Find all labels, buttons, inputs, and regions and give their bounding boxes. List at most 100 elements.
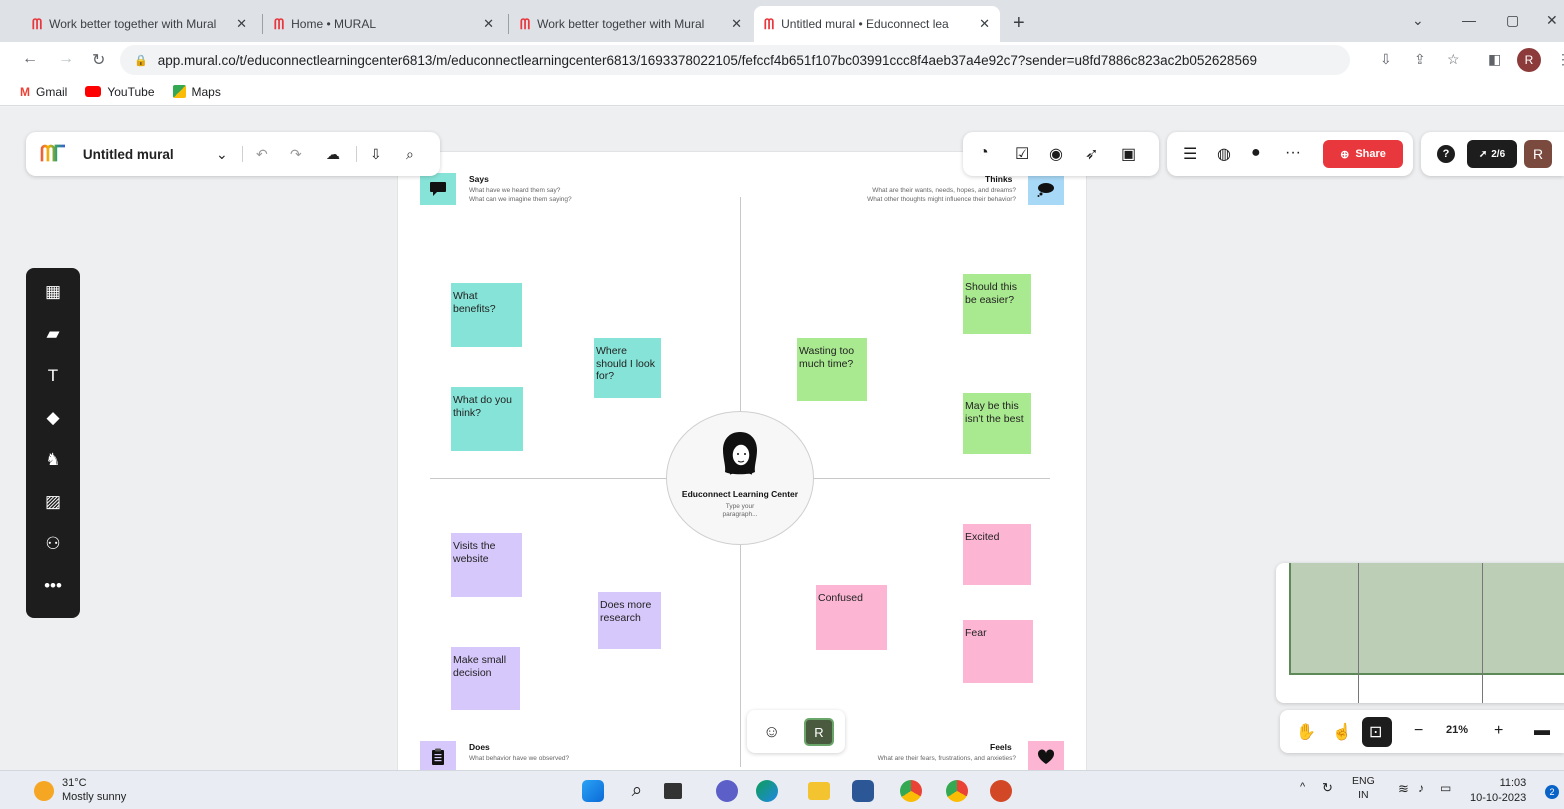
outline-icon[interactable]: ☰ <box>1183 144 1197 164</box>
close-tab-icon[interactable]: ✕ <box>731 16 742 32</box>
sticky-note[interactable]: Where should I look for? <box>594 338 661 398</box>
sticky-note[interactable]: Make small decision <box>451 647 520 710</box>
touch-select-icon[interactable]: ☝ <box>1332 722 1352 742</box>
store-icon[interactable] <box>852 780 874 802</box>
fit-screen-icon[interactable]: ▬ <box>1534 722 1550 740</box>
back-arrow-icon[interactable]: ← <box>22 50 38 68</box>
browser-tab-active[interactable]: ᗰ Untitled mural • Educonnect lea ✕ <box>754 6 1000 42</box>
user-avatar[interactable]: R <box>1524 140 1552 168</box>
image-icon[interactable]: ▨ <box>26 492 80 512</box>
notification-badge[interactable]: 2 <box>1545 785 1559 799</box>
task-view-icon[interactable] <box>664 783 682 799</box>
install-app-icon[interactable]: ⇩ <box>1380 51 1392 68</box>
minimize-window-icon[interactable]: — <box>1462 12 1476 28</box>
persona-description[interactable]: Type your paragraph... <box>710 503 770 519</box>
chat-icon[interactable] <box>716 780 738 802</box>
minimap-viewport[interactable] <box>1289 563 1564 675</box>
persona-circle[interactable]: Educonnect Learning Center Type your par… <box>666 411 814 545</box>
minimap[interactable] <box>1276 563 1564 703</box>
zoom-in-icon[interactable]: + <box>1494 722 1503 740</box>
bookmark-youtube[interactable]: YouTube <box>85 85 155 99</box>
clock[interactable]: 11:03 10-10-2023 <box>1470 776 1526 806</box>
collaborator-avatar[interactable]: R <box>804 718 834 746</box>
more-options-icon[interactable]: ··· <box>1285 144 1301 162</box>
zoom-level[interactable]: 21% <box>1446 724 1468 736</box>
sticky-note[interactable]: Does more research <box>598 592 661 649</box>
timer-icon[interactable]: ◔ <box>979 144 989 162</box>
download-icon[interactable]: ⇩ <box>370 146 382 163</box>
laser-pointer-icon[interactable]: ➶ <box>1085 144 1098 164</box>
cloud-saved-icon[interactable]: ☁ <box>326 146 340 163</box>
browser-tab[interactable]: ᗰ Home • MURAL ✕ <box>264 6 504 42</box>
toolbox-icon[interactable]: ▣ <box>1121 144 1136 164</box>
more-tools-icon[interactable]: ••• <box>26 576 80 596</box>
profile-avatar[interactable]: R <box>1517 48 1541 72</box>
chrome-profile-icon[interactable] <box>946 780 968 802</box>
close-tab-icon[interactable]: ✕ <box>236 16 247 32</box>
file-explorer-icon[interactable] <box>808 782 830 800</box>
edge-browser-icon[interactable] <box>756 780 778 802</box>
sticky-note[interactable]: What do you think? <box>451 387 523 451</box>
chrome-icon[interactable] <box>900 780 922 802</box>
side-panel-icon[interactable]: ◧ <box>1488 51 1501 68</box>
language-indicator[interactable]: ENG IN <box>1352 775 1375 802</box>
close-tab-icon[interactable]: ✕ <box>483 16 494 32</box>
members-icon[interactable]: ● <box>1251 144 1261 162</box>
text-icon[interactable]: T <box>26 366 80 386</box>
shapes-icon[interactable]: ◆ <box>26 408 80 428</box>
browser-tab[interactable]: ᗰ Work better together with Mural ✕ <box>22 6 257 42</box>
tab-search-icon[interactable]: ⌄ <box>1412 12 1424 29</box>
sticky-note[interactable]: Wasting too much time? <box>797 338 867 401</box>
sticky-note[interactable]: Fear <box>963 620 1033 683</box>
undo-icon[interactable]: ↶ <box>256 146 268 163</box>
sticky-note[interactable]: Visits the website <box>451 533 522 597</box>
frameworks-icon[interactable]: ⚇ <box>26 534 80 554</box>
share-button[interactable]: ⊕ Share <box>1323 140 1403 168</box>
bookmark-star-icon[interactable]: ☆ <box>1447 51 1460 68</box>
reload-icon[interactable]: ↻ <box>92 50 105 70</box>
private-mode-icon[interactable]: ◉ <box>1049 144 1063 164</box>
mural-title[interactable]: Untitled mural <box>83 147 174 162</box>
close-tab-icon[interactable]: ✕ <box>979 16 990 32</box>
sticky-note-icon[interactable]: ▰ <box>26 324 80 344</box>
weather-widget[interactable]: 31°C Mostly sunny <box>34 777 126 805</box>
templates-icon[interactable]: ▦ <box>26 282 80 302</box>
share-page-icon[interactable]: ⇪ <box>1414 51 1426 68</box>
powerpoint-icon[interactable] <box>990 780 1012 802</box>
sticky-note[interactable]: What benefits? <box>451 283 522 347</box>
persona-title[interactable]: Educonnect Learning Center <box>682 489 798 499</box>
show-hidden-icons-icon[interactable]: ^ <box>1300 781 1305 793</box>
sticky-note[interactable]: May be this isn't the best <box>963 393 1031 454</box>
redo-icon[interactable]: ↷ <box>290 146 302 163</box>
comments-icon[interactable]: ◍ <box>1217 144 1231 164</box>
wifi-icon[interactable]: ≋ <box>1398 781 1409 797</box>
volume-icon[interactable]: ♪ <box>1418 781 1424 795</box>
new-tab-button[interactable]: + <box>1013 12 1025 35</box>
emoji-reaction-icon[interactable]: ☺ <box>763 722 780 742</box>
forward-arrow-icon[interactable]: → <box>58 50 74 68</box>
sticky-note[interactable]: Confused <box>816 585 887 650</box>
zoom-out-icon[interactable]: − <box>1414 722 1423 740</box>
icons-llama-icon[interactable]: ♞ <box>26 450 80 470</box>
hand-pan-icon[interactable]: ✋ <box>1296 722 1316 742</box>
chrome-menu-icon[interactable]: ⋮ <box>1556 51 1564 68</box>
bookmark-maps[interactable]: Maps <box>172 85 221 99</box>
voting-icon[interactable]: ☑ <box>1015 144 1029 164</box>
mural-logo-icon[interactable]: ᗰᒥ <box>40 141 67 167</box>
close-window-icon[interactable]: ✕ <box>1546 12 1558 29</box>
browser-tab[interactable]: ᗰ Work better together with Mural ✕ <box>510 6 752 42</box>
sync-icon[interactable]: ↻ <box>1322 780 1333 796</box>
chevron-down-icon[interactable]: ⌄ <box>216 146 228 163</box>
mural-canvas[interactable]: Says What have we heard them say? What c… <box>0 107 1564 770</box>
bookmark-gmail[interactable]: M Gmail <box>20 85 67 99</box>
address-bar[interactable]: 🔒 app.mural.co/t/educonnectlearningcente… <box>120 45 1350 75</box>
battery-icon[interactable]: ▭ <box>1440 781 1451 795</box>
sticky-note[interactable]: Excited <box>963 524 1031 585</box>
onboarding-progress-button[interactable]: ➚ 2/6 <box>1467 140 1517 168</box>
search-icon[interactable]: ⌕ <box>406 146 414 163</box>
windows-start-icon[interactable] <box>582 780 604 802</box>
sticky-note[interactable]: Should this be easier? <box>963 274 1031 334</box>
help-icon[interactable]: ? <box>1437 145 1455 163</box>
search-icon[interactable]: ⌕ <box>626 780 648 802</box>
restore-window-icon[interactable]: ▢ <box>1506 12 1519 29</box>
